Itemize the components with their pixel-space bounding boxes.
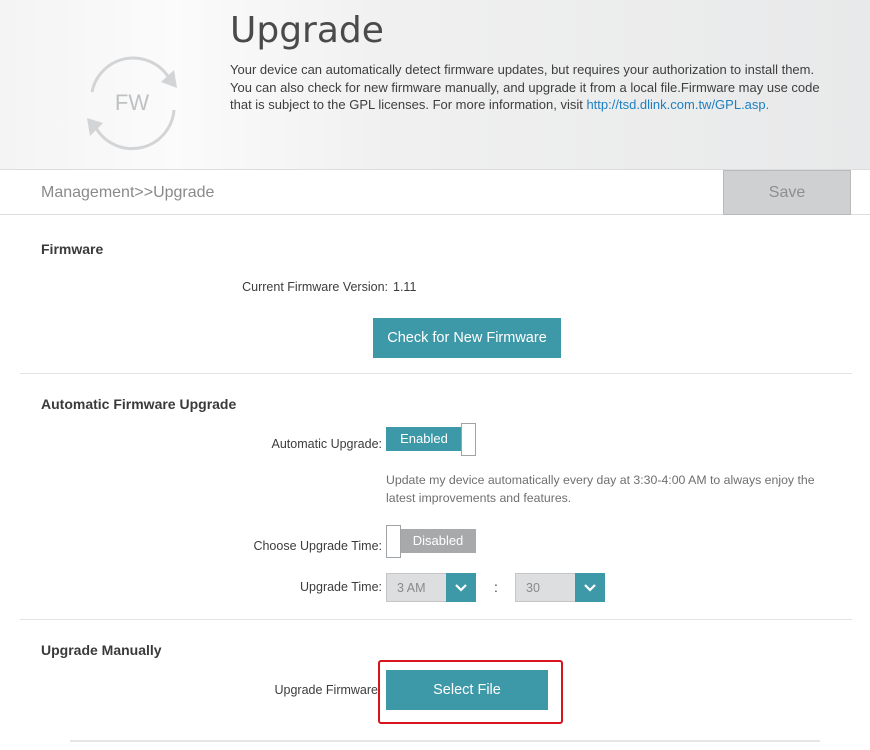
toggle-state-label: Disabled [400, 529, 476, 553]
manual-upgrade-section-title: Upgrade Manually [41, 642, 162, 658]
upgrade-firmware-label: Upgrade Firmware [274, 683, 378, 697]
firmware-section-title: Firmware [41, 241, 104, 257]
choose-upgrade-time-label: Choose Upgrade Time: [253, 539, 382, 553]
toggle-knob [461, 423, 476, 456]
chevron-down-icon[interactable] [575, 573, 605, 602]
minute-value: 30 [526, 581, 540, 595]
check-new-firmware-button[interactable]: Check for New Firmware [373, 318, 561, 358]
auto-upgrade-section-title: Automatic Firmware Upgrade [41, 396, 237, 412]
time-separator: : [494, 579, 498, 595]
toggle-knob [386, 525, 401, 558]
upgrade-time-label: Upgrade Time: [300, 580, 382, 594]
gpl-link[interactable]: http://tsd.dlink.com.tw/GPL.asp. [586, 97, 769, 112]
logo-text: FW [115, 90, 149, 115]
upgrade-minute-select[interactable]: 30 [515, 573, 605, 602]
auto-upgrade-hint: Update my device automatically every day… [386, 473, 815, 505]
toggle-state-label: Enabled [386, 427, 462, 451]
page-title: Upgrade [230, 10, 384, 51]
chevron-down-icon[interactable] [446, 573, 476, 602]
choose-upgrade-time-toggle[interactable]: Disabled [386, 525, 476, 558]
automatic-upgrade-label: Automatic Upgrade: [271, 437, 382, 451]
section-divider [20, 619, 852, 620]
bottom-divider [70, 740, 820, 742]
firmware-version-label: Current Firmware Version: [242, 280, 388, 294]
header-description: Your device can automatically detect fir… [230, 61, 830, 114]
firmware-version-value: 1.11 [393, 280, 417, 294]
save-button[interactable]: Save [723, 170, 851, 215]
upgrade-hour-select[interactable]: 3 AM [386, 573, 476, 602]
hour-value: 3 AM [397, 581, 426, 595]
upgrade-page: FW Upgrade Your device can automatically… [0, 0, 870, 750]
firmware-refresh-icon: FW [87, 56, 177, 151]
breadcrumb-bar: Management>>Upgrade Save [0, 170, 870, 215]
automatic-upgrade-toggle[interactable]: Enabled [386, 423, 476, 456]
breadcrumb: Management>>Upgrade [41, 184, 215, 201]
page-header: FW Upgrade Your device can automatically… [0, 0, 870, 170]
highlight-box [378, 660, 563, 724]
section-divider [20, 373, 852, 374]
